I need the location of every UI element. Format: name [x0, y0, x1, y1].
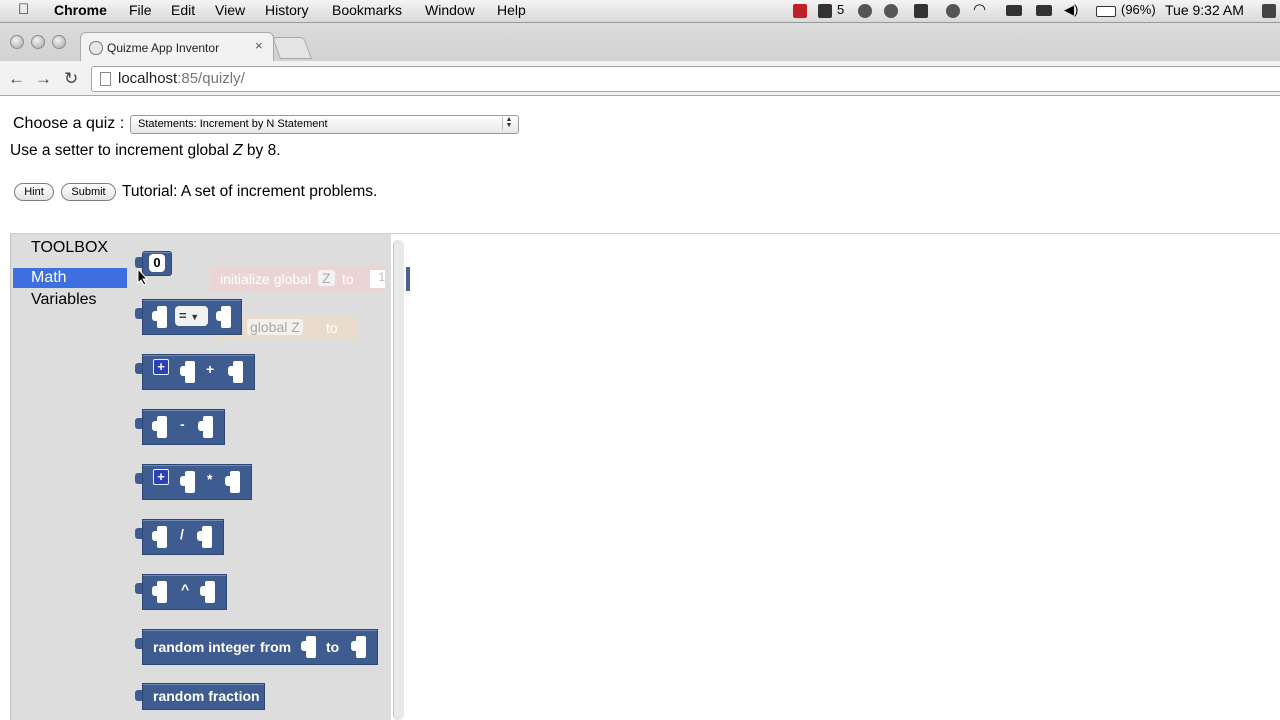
power-operator: ^	[181, 581, 190, 597]
page-icon	[100, 72, 111, 86]
dropbox-status-icon[interactable]	[884, 4, 898, 18]
math-add-block[interactable]: + +	[135, 354, 255, 390]
menu-view[interactable]: View	[215, 2, 245, 18]
instruction-variable: Z	[233, 142, 243, 159]
tab-favicon-icon	[89, 41, 103, 55]
toolbox: TOOLBOX Math Variables	[10, 234, 130, 720]
select-arrows-icon: ▲ ▼	[502, 116, 515, 130]
window-close-button[interactable]	[10, 35, 24, 49]
mutator-plus-icon[interactable]: +	[153, 469, 169, 485]
browser-tab[interactable]: Quizme App Inventor ×	[80, 32, 274, 62]
user-menu-icon[interactable]	[1262, 4, 1276, 18]
math-power-block[interactable]: ^	[135, 574, 227, 610]
reload-icon[interactable]: ↻	[64, 69, 78, 89]
math-compare-block[interactable]: = ▼	[135, 299, 242, 335]
math-multiply-block[interactable]: + *	[135, 464, 252, 500]
ghost-initialize-value: 1	[370, 270, 385, 288]
wifi-icon[interactable]: ◠	[973, 0, 986, 18]
ghost-initialize-var: Z	[318, 270, 335, 286]
quiz-select-value: Statements: Increment by N Statement	[138, 118, 328, 130]
url-text: localhost:85/quizly/	[118, 70, 245, 87]
tab-close-icon[interactable]: ×	[255, 38, 263, 53]
chevron-down-icon: ▼	[190, 312, 200, 322]
instruction-suffix: by 8.	[242, 142, 281, 159]
math-random-fraction-block[interactable]: random fraction	[135, 683, 265, 710]
display-status-icon[interactable]	[1006, 5, 1022, 16]
toolbox-category-label: Variables	[31, 291, 97, 308]
screen-mirror-icon[interactable]	[1036, 5, 1052, 16]
ghost-setter-to: to	[326, 320, 338, 336]
url-host: localhost	[118, 70, 178, 87]
instruction-prefix: Use a setter to increment global	[10, 142, 234, 159]
address-bar[interactable]: localhost:85/quizly/	[91, 66, 1280, 92]
menu-help[interactable]: Help	[497, 2, 526, 18]
tutorial-text: Tutorial: A set of increment problems.	[122, 183, 378, 200]
browser-chrome: Quizme App Inventor × ← → ↻ localhost:85…	[0, 23, 1280, 96]
math-subtract-block[interactable]: -	[135, 409, 225, 445]
battery-percent: (96%)	[1121, 2, 1156, 17]
workspace-block-edge[interactable]	[406, 267, 410, 291]
clock[interactable]: Tue 9:32 AM	[1165, 2, 1244, 18]
new-tab-button[interactable]	[271, 37, 313, 59]
menu-history[interactable]: History	[265, 2, 309, 18]
menu-window[interactable]: Window	[425, 2, 475, 18]
compare-operator: =	[179, 308, 187, 323]
flash-status-icon[interactable]	[793, 4, 807, 18]
ghost-initialize-global-block: initialize global Z to 1	[210, 266, 385, 292]
random-from-label: from	[260, 639, 292, 655]
compare-operator-dropdown[interactable]: = ▼	[175, 306, 208, 326]
math-random-integer-block[interactable]: random integer from to	[135, 629, 378, 665]
mutator-plus-icon[interactable]: +	[153, 359, 169, 375]
menu-bookmarks[interactable]: Bookmarks	[332, 2, 402, 18]
ghost-initialize-label: initialize global	[220, 271, 312, 287]
random-fraction-label: random fraction	[153, 688, 260, 704]
subtract-operator: -	[180, 416, 185, 432]
menu-edit[interactable]: Edit	[171, 2, 195, 18]
quiz-select[interactable]: Statements: Increment by N Statement ▲ ▼	[130, 115, 519, 134]
forward-icon[interactable]: →	[35, 69, 52, 89]
add-operator: +	[206, 361, 215, 377]
ghost-setter-var: global Z	[247, 319, 303, 335]
toolbox-category-math[interactable]: Math	[13, 268, 127, 288]
apple-menu-icon[interactable]: 	[18, 1, 29, 18]
number-value[interactable]: 0	[149, 254, 165, 272]
app-menu-chrome[interactable]: Chrome	[54, 2, 107, 18]
random-to-label: to	[326, 639, 340, 655]
evernote-status-icon[interactable]	[914, 4, 928, 18]
drive-status-icon[interactable]	[858, 4, 872, 18]
back-icon[interactable]: ←	[8, 69, 25, 89]
tab-title: Quizme App Inventor	[107, 41, 220, 55]
window-zoom-button[interactable]	[52, 35, 66, 49]
battery-icon[interactable]	[1096, 6, 1116, 17]
toolbox-title: TOOLBOX	[31, 239, 109, 256]
math-divide-block[interactable]: /	[135, 519, 224, 555]
flyout-scrollbar[interactable]	[393, 240, 404, 720]
ghost-initialize-to: to	[342, 271, 354, 287]
menu-file[interactable]: File	[129, 2, 152, 18]
multiply-operator: *	[207, 471, 213, 487]
submit-button[interactable]: Submit	[61, 183, 116, 201]
adobe-count: 5	[837, 2, 845, 17]
browser-toolbar: ← → ↻ localhost:85/quizly/	[0, 61, 1280, 95]
quiz-instruction: Use a setter to increment global Z by 8.	[10, 142, 281, 160]
mac-menu-bar:  Chrome File Edit View History Bookmark…	[0, 0, 1280, 23]
hint-button[interactable]: Hint	[14, 183, 54, 201]
choose-quiz-label: Choose a quiz :	[13, 115, 125, 132]
toolbox-category-variables[interactable]: Variables	[13, 290, 127, 310]
mouse-cursor-icon	[137, 268, 149, 286]
time-machine-icon[interactable]	[946, 4, 960, 18]
random-integer-label: random integer	[153, 639, 255, 655]
toolbox-category-label: Math	[31, 269, 67, 286]
adobe-status-icon[interactable]	[818, 4, 832, 18]
volume-icon[interactable]: ◀)	[1064, 2, 1078, 18]
url-path: :85/quizly/	[177, 70, 245, 87]
window-minimize-button[interactable]	[31, 35, 45, 49]
divide-operator: /	[180, 526, 184, 542]
